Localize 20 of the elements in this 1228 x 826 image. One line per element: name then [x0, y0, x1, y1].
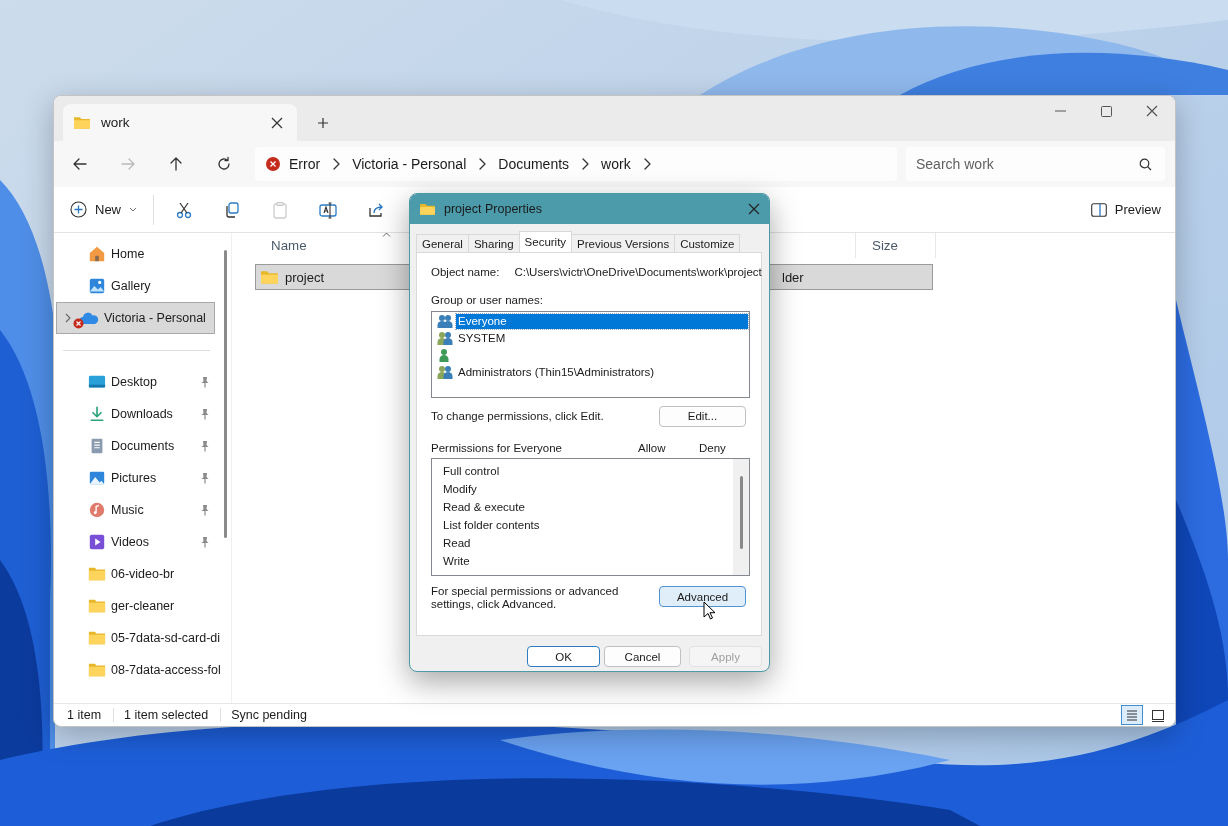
- status-text: 1 item: [67, 708, 115, 722]
- file-name: project: [285, 269, 325, 285]
- permission-name: Write: [443, 554, 471, 569]
- object-path: C:\Users\victr\OneDrive\Documents\work\project: [514, 266, 762, 278]
- permission-name: List folder contents: [443, 518, 541, 533]
- hint-text: To change permissions, click Edit.: [431, 410, 604, 422]
- file-type: lder: [781, 269, 805, 285]
- status-text: 1 item selected: [124, 708, 222, 722]
- field-label: Object name:: [431, 266, 500, 278]
- permission-name: Modify: [443, 482, 478, 497]
- hint-text: For special permissions or advanced settings, click Advanced.: [431, 585, 620, 611]
- field-label: Group or user names:: [431, 293, 544, 308]
- column-label: Deny: [699, 442, 727, 454]
- field-label: Permissions for Everyone: [431, 442, 563, 454]
- column-label: Allow: [638, 442, 667, 454]
- dialog-title: project Properties: [444, 202, 543, 216]
- permission-name: Read: [443, 536, 472, 551]
- permission-name: Read & execute: [443, 500, 526, 515]
- permission-name: Full control: [443, 464, 501, 479]
- status-text: Sync pending: [231, 708, 308, 722]
